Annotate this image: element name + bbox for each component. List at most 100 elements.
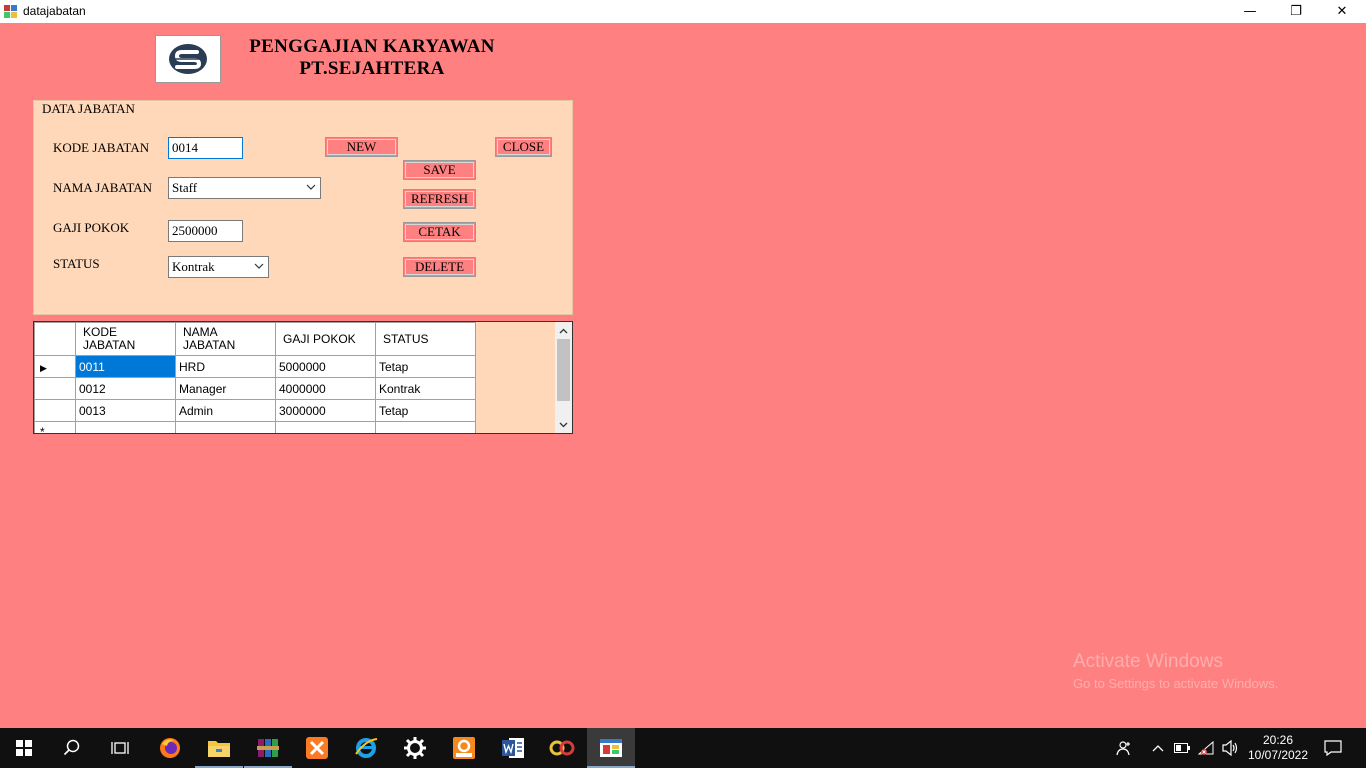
gear-icon bbox=[404, 737, 426, 759]
row-header[interactable]: ▶ bbox=[34, 355, 76, 378]
word-icon bbox=[502, 738, 524, 758]
folder-icon bbox=[208, 741, 230, 757]
cell-kode[interactable]: 0012 bbox=[75, 377, 176, 400]
chevron-down-icon bbox=[306, 184, 316, 190]
gaji-pokok-label: GAJI POKOK bbox=[53, 220, 130, 235]
taskbar-settings[interactable] bbox=[391, 728, 439, 768]
column-header-nama[interactable]: NAMA JABATAN bbox=[175, 322, 276, 356]
search-button[interactable] bbox=[48, 728, 96, 768]
notification-icon bbox=[1324, 740, 1342, 756]
new-row-icon: * bbox=[40, 425, 45, 434]
cetak-button[interactable]: CETAK bbox=[403, 222, 476, 242]
network-button[interactable] bbox=[1196, 728, 1218, 768]
cell-gaji[interactable]: 5000000 bbox=[275, 355, 376, 378]
taskbar-winrar[interactable] bbox=[244, 728, 292, 768]
new-cell[interactable] bbox=[175, 421, 276, 433]
cell-status[interactable]: Kontrak bbox=[375, 377, 476, 400]
taskbar-file-explorer[interactable] bbox=[195, 728, 243, 768]
taskbar-firefox[interactable] bbox=[146, 728, 194, 768]
nama-jabatan-select[interactable]: Staff bbox=[168, 177, 321, 199]
new-row[interactable]: * bbox=[34, 421, 476, 434]
taskbar-xampp[interactable] bbox=[293, 728, 341, 768]
scroll-up-icon[interactable] bbox=[555, 322, 572, 339]
scroll-down-icon[interactable] bbox=[555, 416, 572, 433]
table-row[interactable]: 0013 Admin 3000000 Tetap bbox=[34, 399, 476, 422]
cell-kode[interactable]: 0013 bbox=[75, 399, 176, 422]
jabatan-data-grid[interactable]: KODE JABATAN NAMA JABATAN GAJI POKOK STA… bbox=[33, 321, 573, 434]
data-jabatan-group: DATA JABATAN KODE JABATAN 0014 NAMA JABA… bbox=[33, 100, 573, 315]
battery-icon bbox=[1174, 743, 1190, 753]
restore-button[interactable]: ❐ bbox=[1273, 0, 1319, 23]
table-row[interactable]: ▶ 0011 HRD 5000000 Tetap bbox=[34, 355, 476, 378]
refresh-button[interactable]: REFRESH bbox=[403, 189, 476, 209]
new-cell[interactable] bbox=[275, 421, 376, 433]
taskbar-word[interactable] bbox=[489, 728, 537, 768]
start-button[interactable] bbox=[0, 728, 48, 768]
taskbar-datajabatan-app[interactable] bbox=[587, 728, 635, 768]
action-center-button[interactable] bbox=[1318, 728, 1348, 768]
cell-nama[interactable]: Manager bbox=[175, 377, 276, 400]
save-button[interactable]: SAVE bbox=[403, 160, 476, 180]
close-button[interactable]: CLOSE bbox=[495, 137, 552, 157]
taskbar-internet-explorer[interactable] bbox=[342, 728, 390, 768]
close-window-button[interactable]: ✕ bbox=[1319, 0, 1365, 23]
scroll-thumb[interactable] bbox=[557, 339, 570, 401]
company-title-line2: PT.SEJAHTERA bbox=[299, 58, 445, 79]
window-title: datajabatan bbox=[23, 4, 86, 18]
infinity-app-icon bbox=[549, 740, 575, 756]
minimize-button[interactable]: — bbox=[1227, 0, 1273, 23]
clock-date: 10/07/2022 bbox=[1247, 748, 1309, 762]
taskbar-clock[interactable]: 20:26 10/07/2022 bbox=[1243, 733, 1313, 763]
new-button[interactable]: NEW bbox=[325, 137, 398, 157]
kode-jabatan-label: KODE JABATAN bbox=[53, 140, 150, 155]
vb-form-icon bbox=[600, 739, 622, 757]
task-view-button[interactable] bbox=[96, 728, 144, 768]
cell-nama[interactable]: Admin bbox=[175, 399, 276, 422]
vertical-scrollbar[interactable] bbox=[555, 322, 572, 433]
row-header[interactable]: * bbox=[34, 421, 76, 434]
delete-button[interactable]: DELETE bbox=[403, 257, 476, 277]
cell-status[interactable]: Tetap bbox=[375, 399, 476, 422]
cell-kode[interactable]: 0011 bbox=[75, 355, 176, 378]
kode-jabatan-input[interactable]: 0014 bbox=[168, 137, 243, 159]
title-bar: datajabatan — ❐ ✕ bbox=[0, 0, 1366, 23]
status-select[interactable]: Kontrak bbox=[168, 256, 269, 278]
row-header[interactable] bbox=[34, 399, 76, 422]
column-header-status[interactable]: STATUS bbox=[375, 322, 476, 356]
pdf-icon bbox=[453, 737, 475, 759]
taskbar: 20:26 10/07/2022 bbox=[0, 728, 1366, 768]
taskbar-app-infinity[interactable] bbox=[538, 728, 586, 768]
wifi-disconnected-icon bbox=[1198, 740, 1214, 755]
show-hidden-icons-button[interactable] bbox=[1148, 728, 1168, 768]
people-button[interactable] bbox=[1110, 728, 1138, 768]
xampp-icon bbox=[306, 737, 328, 759]
cell-nama[interactable]: HRD bbox=[175, 355, 276, 378]
gaji-pokok-input[interactable]: 2500000 bbox=[168, 220, 243, 242]
company-logo bbox=[155, 35, 221, 83]
nama-jabatan-value: Staff bbox=[172, 180, 198, 195]
taskbar-pdf-reader[interactable] bbox=[440, 728, 488, 768]
row-header[interactable] bbox=[34, 377, 76, 400]
current-row-icon: ▶ bbox=[40, 362, 47, 373]
table-row[interactable]: 0012 Manager 4000000 Kontrak bbox=[34, 377, 476, 400]
volume-button[interactable] bbox=[1220, 728, 1242, 768]
cell-status[interactable]: Tetap bbox=[375, 355, 476, 378]
winrar-icon bbox=[257, 739, 279, 757]
status-label: STATUS bbox=[53, 256, 100, 271]
cell-gaji[interactable]: 4000000 bbox=[275, 377, 376, 400]
chevron-down-icon bbox=[254, 263, 264, 269]
battery-button[interactable] bbox=[1172, 728, 1192, 768]
chevron-up-icon bbox=[1152, 745, 1164, 752]
watermark-title: Activate Windows bbox=[1073, 651, 1223, 672]
new-cell[interactable] bbox=[75, 421, 176, 433]
logo-s-icon bbox=[169, 44, 207, 74]
column-header-kode[interactable]: KODE JABATAN bbox=[75, 322, 176, 356]
firefox-icon bbox=[160, 738, 180, 758]
task-view-icon bbox=[111, 742, 129, 754]
status-value: Kontrak bbox=[172, 259, 215, 274]
grid-table: KODE JABATAN NAMA JABATAN GAJI POKOK STA… bbox=[34, 322, 476, 434]
new-cell[interactable] bbox=[375, 421, 476, 433]
cell-gaji[interactable]: 3000000 bbox=[275, 399, 376, 422]
column-header-gaji[interactable]: GAJI POKOK bbox=[275, 322, 376, 356]
app-icon bbox=[4, 5, 17, 18]
